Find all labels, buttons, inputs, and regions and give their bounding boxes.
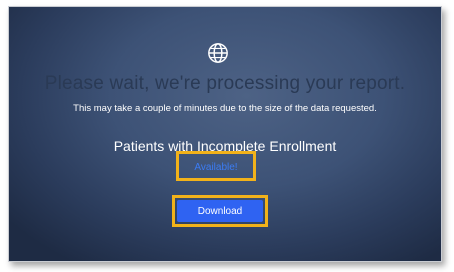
download-button[interactable]: Download [177,200,263,222]
processing-title: Please wait, we're processing your repor… [44,73,406,94]
status-label: Available! [194,161,238,173]
globe-icon [208,43,228,63]
download-highlight: Download [172,195,268,227]
status-badge: Available! [176,151,256,181]
processing-dialog: Please wait, we're processing your repor… [8,6,442,262]
processing-subtitle: This may take a couple of minutes due to… [73,103,377,114]
